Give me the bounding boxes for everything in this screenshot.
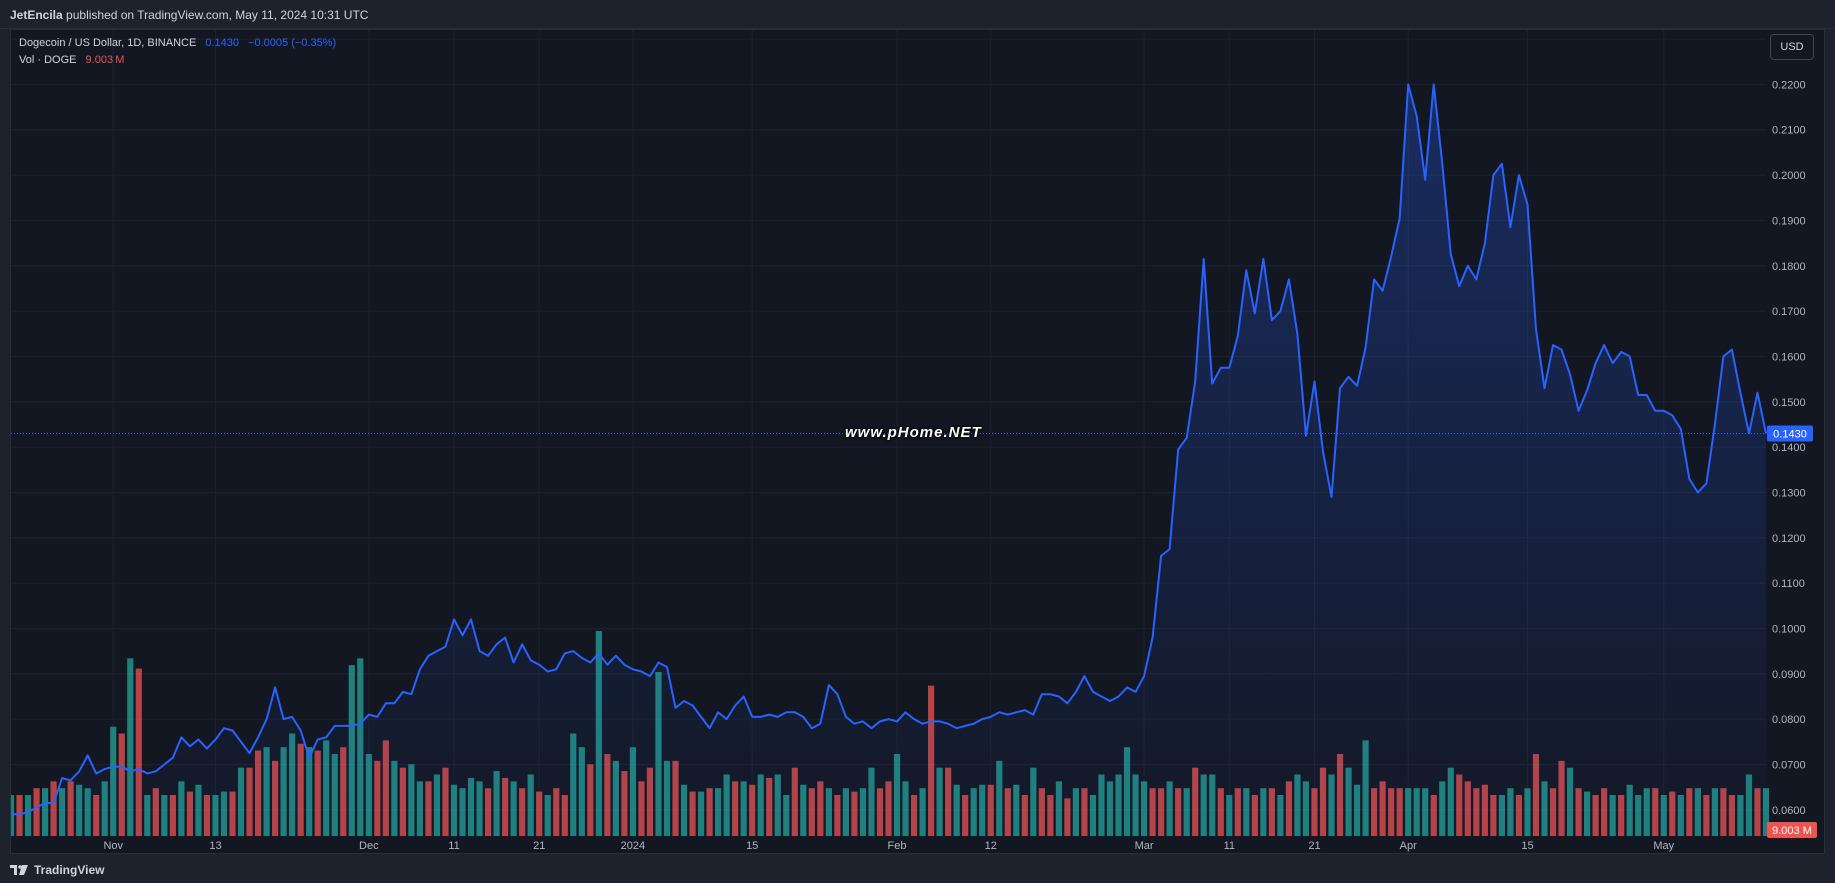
x-tick-label: Dec [359, 840, 379, 852]
x-tick-label: 15 [1521, 840, 1533, 852]
x-tick-label: 11 [1224, 840, 1235, 852]
volume-legend-row: Vol · DOGE 9.003 M [19, 52, 336, 69]
y-tick-label: 0.1000 [1772, 623, 1806, 635]
x-tick-label: 12 [985, 840, 997, 852]
y-tick-label: 0.1600 [1772, 351, 1806, 363]
x-tick-label: 15 [746, 840, 758, 852]
volume-label[interactable]: Vol · DOGE [19, 54, 76, 66]
price-legend-row: Dogecoin / US Dollar, 1D, BINANCE 0.1430… [19, 35, 336, 52]
y-tick-label: 0.1400 [1772, 442, 1806, 454]
y-tick-label: 0.1500 [1772, 397, 1806, 409]
x-tick-label: 2024 [621, 840, 645, 852]
chart-legend: Dogecoin / US Dollar, 1D, BINANCE 0.1430… [19, 35, 336, 69]
brand-name: TradingView [34, 863, 105, 877]
x-tick-label: 21 [1308, 840, 1320, 852]
y-tick-label: 0.2200 [1772, 79, 1806, 91]
x-tick-label: 13 [209, 840, 221, 852]
publisher-bar: JetEncila published on TradingView.com, … [0, 0, 1835, 29]
author-name[interactable]: JetEncila [10, 8, 63, 22]
volume-value: 9.003 M [85, 54, 125, 66]
tradingview-brand[interactable]: TradingView [10, 863, 104, 877]
tradingview-logo-icon [10, 865, 28, 875]
y-tick-label: 0.1200 [1772, 533, 1806, 545]
last-volume-label: 9.003 M [1772, 825, 1812, 837]
x-tick-label: Feb [888, 840, 907, 852]
y-tick-label: 0.1800 [1772, 261, 1806, 273]
x-tick-label: Nov [103, 840, 123, 852]
y-tick-label: 0.2000 [1772, 170, 1806, 182]
price-chart[interactable]: 0.23000.22000.21000.20000.19000.18000.17… [11, 30, 1824, 853]
y-tick-label: 0.0600 [1772, 805, 1806, 817]
y-tick-label: 0.0700 [1772, 759, 1806, 771]
watermark-text: www.pHome.NET [845, 424, 982, 441]
y-tick-label: 0.0900 [1772, 669, 1806, 681]
y-tick-label: 0.2100 [1772, 125, 1806, 137]
published-text: published on TradingView.com, May 11, 20… [66, 8, 369, 22]
x-tick-label: May [1653, 840, 1674, 852]
last-price: 0.1430 [205, 37, 240, 49]
y-tick-label: 0.0800 [1772, 714, 1806, 726]
y-tick-label: 0.1900 [1772, 215, 1806, 227]
x-tick-label: 21 [533, 840, 545, 852]
last-price-label: 0.1430 [1773, 429, 1807, 441]
price-change: −0.0005 (−0.35%) [248, 37, 337, 49]
y-tick-label: 0.1700 [1772, 306, 1806, 318]
footer-bar: TradingView [0, 855, 1835, 883]
symbol-title[interactable]: Dogecoin / US Dollar, 1D, BINANCE [19, 37, 196, 49]
x-tick-label: 11 [448, 840, 459, 852]
x-tick-label: Mar [1135, 840, 1154, 852]
publisher-info: JetEncila published on TradingView.com, … [10, 8, 368, 22]
x-tick-label: Apr [1400, 840, 1417, 852]
chart-panel[interactable]: 0.23000.22000.21000.20000.19000.18000.17… [10, 29, 1825, 854]
y-tick-label: 0.1300 [1772, 487, 1806, 499]
currency-button[interactable]: USD [1770, 34, 1814, 60]
y-tick-label: 0.1100 [1772, 578, 1805, 590]
